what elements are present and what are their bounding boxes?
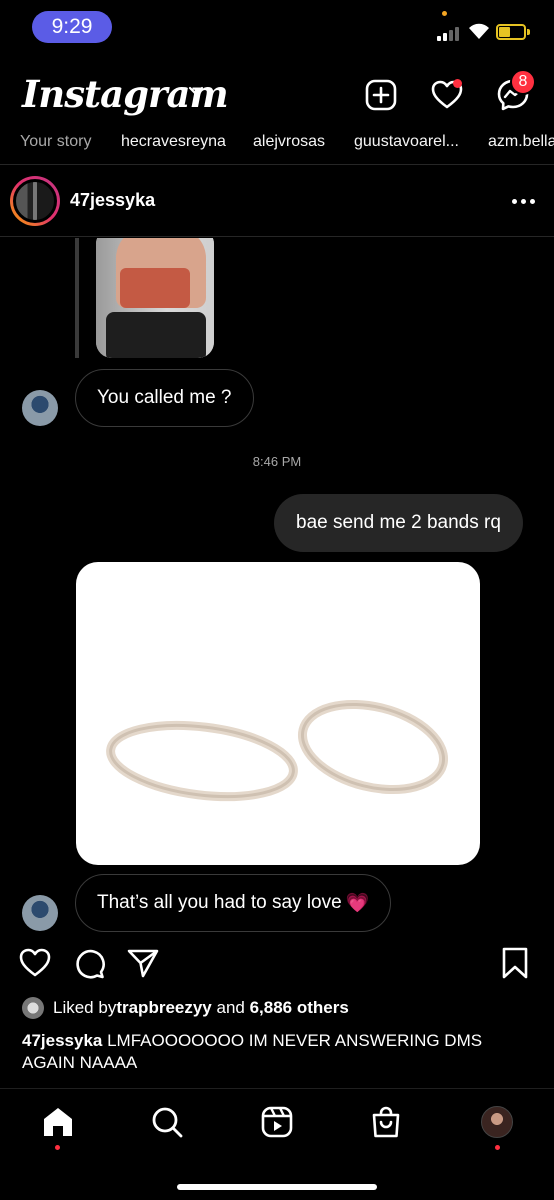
battery-icon — [496, 24, 526, 40]
status-time: 9:29 — [32, 11, 112, 43]
new-post-icon[interactable] — [364, 78, 398, 112]
shared-photo — [96, 238, 214, 358]
activity-notification-dot — [453, 79, 462, 88]
status-bar: 9:29 — [0, 0, 554, 56]
message-bubble-outgoing: bae send me 2 bands rq — [274, 494, 523, 552]
avatar[interactable] — [13, 179, 57, 223]
post-caption: 47jessyka LMFAOOOOOOO IM NEVER ANSWERING… — [22, 1030, 532, 1074]
chevron-down-icon[interactable] — [188, 86, 204, 96]
likes-count[interactable]: 6,886 others — [250, 998, 349, 1018]
search-icon[interactable] — [150, 1105, 184, 1139]
dm-avatar — [22, 390, 58, 426]
post-header-divider — [0, 236, 554, 237]
stories-tray: Your story hecravesreyna alejvrosas guus… — [0, 130, 554, 160]
app-header: Instagram — [0, 60, 554, 130]
story-item[interactable]: guustavoarel... — [354, 133, 459, 151]
home-icon[interactable] — [41, 1105, 75, 1139]
home-active-dot — [55, 1145, 60, 1150]
liker-avatar — [22, 997, 44, 1019]
message-timestamp: 8:46 PM — [252, 454, 302, 469]
shop-bag-icon[interactable] — [369, 1105, 403, 1139]
like-heart-icon[interactable] — [18, 946, 52, 980]
home-indicator[interactable] — [177, 1184, 377, 1190]
rubber-bands-image — [76, 562, 480, 865]
cellular-signal-icon — [437, 27, 461, 41]
story-item[interactable]: alejvrosas — [253, 133, 325, 151]
post-image-dm-screenshot[interactable]: You called me ? 8:46 PM bae send me 2 ba… — [0, 238, 554, 932]
message-count-badge: 8 — [510, 69, 536, 95]
post-actions — [0, 940, 554, 986]
likes-prefix: Liked by — [53, 998, 117, 1017]
comment-icon[interactable] — [72, 946, 106, 980]
privacy-indicator-dot — [442, 11, 447, 16]
bookmark-icon[interactable] — [500, 946, 530, 980]
more-options-icon[interactable] — [512, 199, 538, 205]
story-item-own[interactable]: Your story — [20, 133, 91, 151]
pink-heart-emoji: 💗 — [345, 893, 370, 914]
message-text: You called me ? — [97, 387, 232, 408]
message-bubble-incoming: You called me ? — [75, 369, 254, 427]
story-item[interactable]: azm.bella — [488, 133, 554, 151]
stories-divider — [0, 164, 554, 165]
liker-username[interactable]: trapbreezyy — [116, 998, 211, 1018]
post-header: 47jessyka — [0, 166, 554, 236]
message-bubble-incoming: That’s all you had to say love 💗 — [75, 874, 392, 932]
share-paper-plane-icon[interactable] — [126, 946, 160, 980]
message-text: That’s all you had to say love — [97, 892, 342, 913]
profile-notification-dot — [495, 1145, 500, 1150]
post-username[interactable]: 47jessyka — [70, 190, 155, 211]
likes-middle: and — [211, 998, 250, 1017]
battery-cap — [527, 29, 530, 35]
reels-icon[interactable] — [260, 1105, 294, 1139]
likes-summary[interactable]: Liked by trapbreezyy and 6,886 others — [22, 997, 349, 1019]
story-item[interactable]: hecravesreyna — [121, 133, 226, 151]
caption-username[interactable]: 47jessyka — [22, 1031, 102, 1050]
wifi-icon — [469, 23, 489, 39]
reply-line — [75, 238, 79, 358]
dm-avatar — [22, 895, 58, 931]
message-text: bae send me 2 bands rq — [296, 512, 501, 533]
profile-avatar[interactable] — [481, 1106, 513, 1138]
rubber-bands-illustration — [106, 699, 449, 802]
